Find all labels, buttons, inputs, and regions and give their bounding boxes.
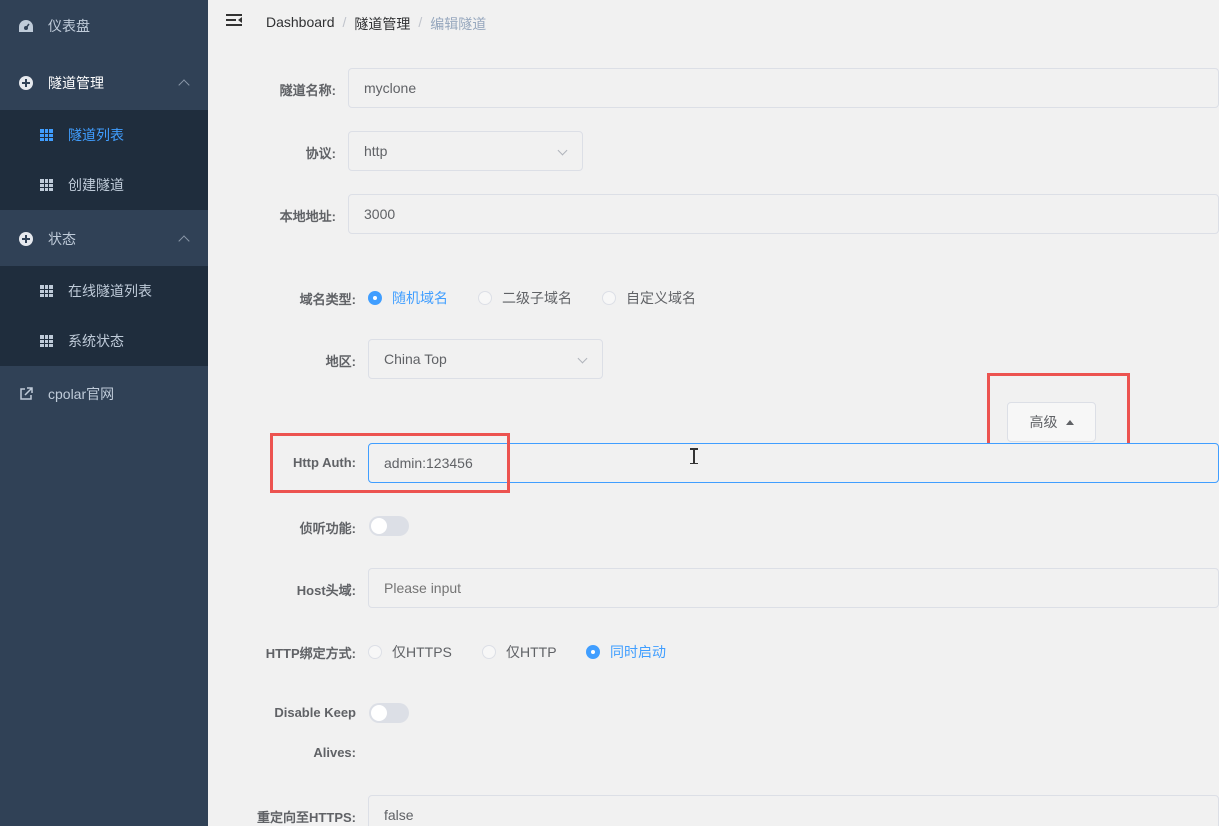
inspect-switch[interactable] — [369, 516, 409, 536]
radio-unchecked-icon — [478, 291, 492, 305]
external-link-icon — [18, 386, 34, 402]
sidebar-item-tunnel-list[interactable]: 隧道列表 — [0, 110, 208, 160]
tunnel-name-input[interactable]: myclone — [348, 68, 1219, 108]
redirect-https-label: 重定向至HTTPS: — [257, 810, 356, 825]
radio-checked-icon — [368, 291, 382, 305]
region-label: 地区: — [325, 354, 356, 369]
breadcrumb-edit-tunnel: 编辑隧道 — [430, 16, 487, 32]
radio-label: 随机域名 — [392, 290, 448, 306]
grid-icon — [38, 177, 54, 193]
chevron-down-icon — [577, 353, 588, 364]
disable-keep-alives-label-line2: Alives: — [313, 745, 356, 760]
sidebar-item-system-status[interactable]: 系统状态 — [0, 316, 208, 366]
breadcrumb-dashboard[interactable]: Dashboard — [266, 14, 335, 34]
radio-label: 自定义域名 — [626, 290, 696, 306]
disable-keep-alives-label-line1: Disable Keep — [274, 705, 356, 720]
radio-label: 二级子域名 — [502, 290, 572, 306]
region-select[interactable]: China Top — [368, 339, 603, 379]
sidebar-item-dashboard[interactable]: 仪表盘 — [0, 0, 208, 52]
breadcrumb-separator: / — [418, 14, 423, 30]
radio-both[interactable]: 同时启动 — [586, 642, 666, 662]
sidebar-item-online-tunnels[interactable]: 在线隧道列表 — [0, 266, 208, 316]
grid-icon — [38, 127, 54, 143]
highlight-box-http-auth — [270, 433, 510, 493]
dashboard-icon — [18, 18, 34, 34]
tunnel-name-label: 隧道名称: — [279, 83, 336, 98]
sidebar-item-status[interactable]: 状态 — [0, 212, 208, 266]
sidebar-item-label: 在线隧道列表 — [68, 283, 152, 299]
radio-custom-domain[interactable]: 自定义域名 — [602, 288, 696, 308]
radio-label: 仅HTTP — [506, 644, 557, 660]
host-header-label: Host头域: — [296, 583, 356, 598]
local-address-label: 本地地址: — [279, 209, 336, 224]
circle-plus-icon — [18, 75, 34, 91]
radio-random-domain[interactable]: 随机域名 — [368, 288, 448, 308]
circle-plus-icon — [18, 231, 34, 247]
sidebar-item-label: 状态 — [48, 231, 76, 247]
redirect-https-value: false — [384, 807, 414, 823]
domain-type-label: 域名类型: — [299, 292, 356, 307]
local-address-input[interactable]: 3000 — [348, 194, 1219, 234]
sidebar-item-create-tunnel[interactable]: 创建隧道 — [0, 160, 208, 210]
tunnel-name-value: myclone — [364, 80, 417, 96]
sidebar-item-label: 创建隧道 — [68, 177, 124, 193]
hamburger-icon[interactable] — [226, 14, 242, 28]
grid-icon — [38, 283, 54, 299]
sidebar-item-tunnel-management[interactable]: 隧道管理 — [0, 56, 208, 110]
chevron-down-icon — [557, 145, 568, 156]
radio-https-only[interactable]: 仅HTTPS — [368, 642, 452, 662]
radio-label: 同时启动 — [610, 644, 666, 660]
radio-unchecked-icon — [482, 645, 496, 659]
protocol-select[interactable]: http — [348, 131, 583, 171]
disable-keep-alives-switch[interactable] — [369, 703, 409, 723]
text-cursor-icon — [690, 448, 698, 464]
redirect-https-input[interactable]: false — [368, 795, 1219, 826]
sidebar-item-label: 仪表盘 — [48, 18, 90, 34]
host-header-input[interactable] — [368, 568, 1219, 608]
radio-http-only[interactable]: 仅HTTP — [482, 642, 557, 662]
sidebar-item-label: cpolar官网 — [48, 386, 115, 402]
radio-unchecked-icon — [602, 291, 616, 305]
chevron-up-icon — [178, 235, 190, 247]
header: Dashboard / 隧道管理 / 编辑隧道 — [208, 0, 1219, 46]
radio-unchecked-icon — [368, 645, 382, 659]
radio-subdomain[interactable]: 二级子域名 — [478, 288, 572, 308]
breadcrumb-tunnel-management[interactable]: 隧道管理 — [354, 14, 410, 34]
radio-checked-icon — [586, 645, 600, 659]
sidebar-item-cpolar-website[interactable]: cpolar官网 — [0, 368, 208, 420]
local-address-value: 3000 — [364, 206, 396, 222]
breadcrumb: Dashboard / 隧道管理 / 编辑隧道 — [266, 14, 486, 34]
radio-label: 仅HTTPS — [392, 644, 452, 660]
grid-icon — [38, 333, 54, 349]
sidebar-item-label: 系统状态 — [68, 333, 124, 349]
sidebar-item-label: 隧道管理 — [48, 75, 104, 91]
sidebar: 仪表盘 隧道管理 隧道列表 创建隧道 状态 在线隧道列表 系统状态 cpolar… — [0, 0, 208, 826]
breadcrumb-separator: / — [342, 14, 347, 30]
protocol-value: http — [364, 143, 388, 159]
protocol-label: 协议: — [305, 146, 336, 161]
bind-tls-label: HTTP绑定方式: — [265, 646, 356, 661]
sidebar-item-label: 隧道列表 — [68, 127, 124, 143]
region-value: China Top — [384, 351, 447, 367]
inspect-label: 侦听功能: — [299, 521, 356, 536]
